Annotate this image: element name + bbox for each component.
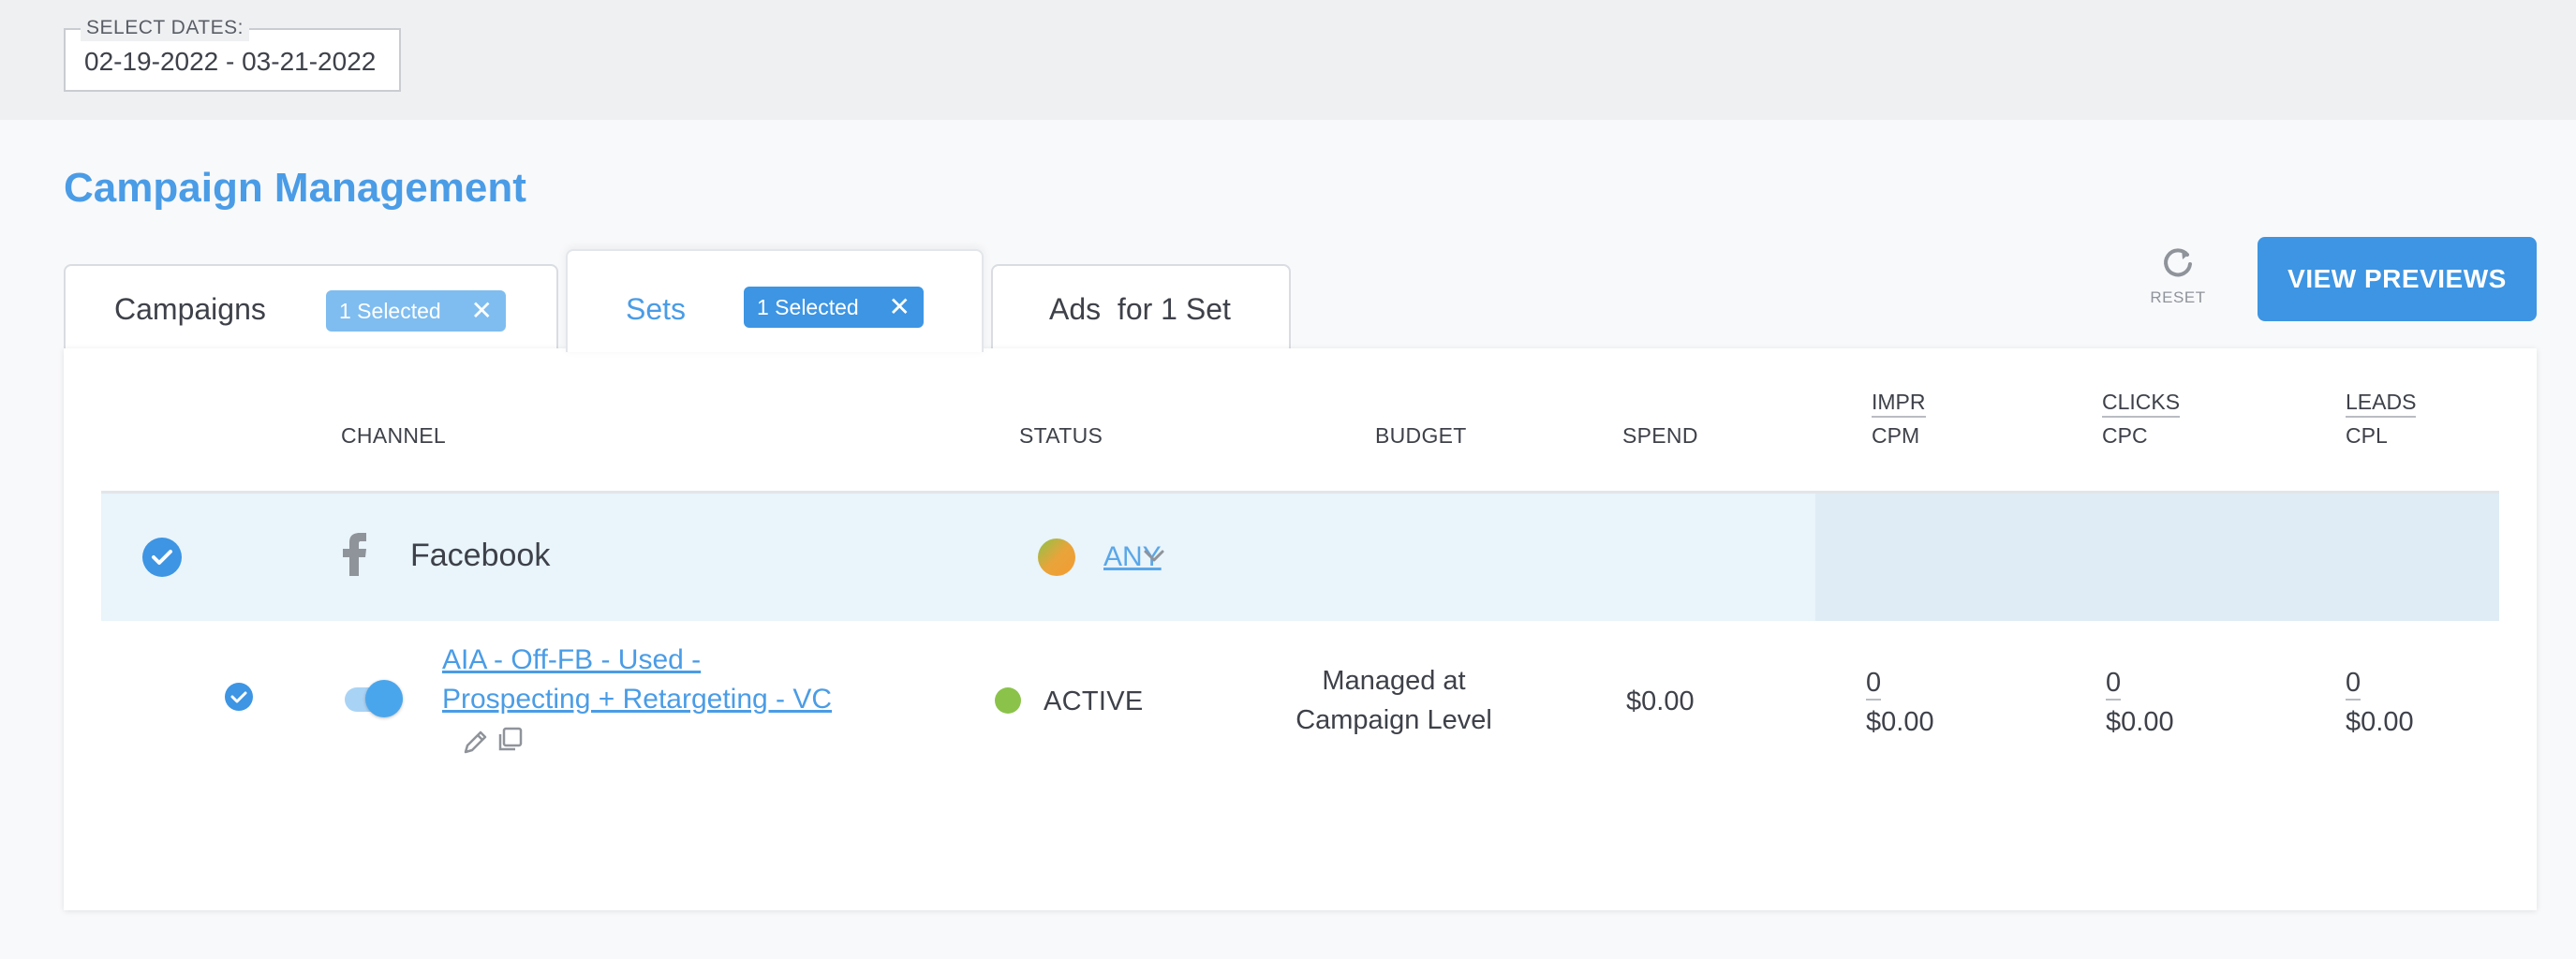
- set-budget: Managed at Campaign Level: [1272, 661, 1516, 740]
- header-status[interactable]: STATUS: [1019, 421, 1103, 450]
- set-status: ACTIVE: [1044, 686, 1144, 716]
- set-impressions: 0: [1866, 667, 1882, 701]
- clear-sets-selection-icon[interactable]: ✕: [889, 287, 910, 328]
- set-select-checkbox[interactable]: [225, 683, 253, 711]
- header-clicks[interactable]: CLICKS: [2102, 388, 2181, 418]
- header-cpm[interactable]: CPM: [1872, 421, 1919, 450]
- tab-ads[interactable]: Ads for 1 Set: [991, 264, 1291, 350]
- set-name-line1[interactable]: AIA - Off-FB - Used -: [442, 644, 701, 675]
- set-spend: $0.00: [1626, 686, 1695, 716]
- status-active-dot: [995, 687, 1021, 714]
- date-range-value[interactable]: 02-19-2022 - 03-21-2022: [84, 47, 376, 77]
- set-toggle-switch[interactable]: [365, 680, 403, 717]
- pencil-icon[interactable]: [461, 727, 491, 757]
- checkmark-icon: [152, 550, 172, 565]
- tab-sets[interactable]: Sets 1 Selected ✕: [566, 249, 984, 352]
- tab-campaigns[interactable]: Campaigns 1 Selected ✕: [64, 264, 558, 350]
- set-name-line2[interactable]: Prospecting + Retargeting - VC: [442, 684, 832, 715]
- sets-selected-chip: 1 Selected ✕: [744, 287, 924, 328]
- copy-icon[interactable]: [495, 725, 525, 755]
- date-range-label: SELECT DATES:: [81, 15, 249, 41]
- tab-campaigns-label: Campaigns: [114, 292, 266, 326]
- tab-ads-label: Ads for 1 Set: [1049, 292, 1231, 326]
- reset-label: RESET: [2150, 288, 2206, 306]
- chevron-down-icon[interactable]: [1143, 548, 1165, 565]
- set-budget-line2: Campaign Level: [1295, 705, 1492, 735]
- header-leads[interactable]: LEADS: [2346, 388, 2417, 418]
- campaigns-selected-count: 1 Selected: [339, 299, 441, 323]
- set-clicks: 0: [2106, 667, 2122, 701]
- set-leads: 0: [2346, 667, 2361, 701]
- sets-table: CHANNEL STATUS BUDGET SPEND IMPR CPM CLI…: [64, 348, 2537, 910]
- sets-selected-count: 1 Selected: [757, 295, 859, 319]
- channel-select-checkbox[interactable]: [142, 538, 182, 577]
- channel-name: Facebook: [410, 538, 551, 573]
- top-filter-bar: SELECT DATES: 02-19-2022 - 03-21-2022: [0, 0, 2576, 120]
- clear-campaigns-selection-icon[interactable]: ✕: [471, 290, 493, 332]
- reset-button[interactable]: RESET: [2145, 242, 2211, 307]
- date-range-picker[interactable]: SELECT DATES: 02-19-2022 - 03-21-2022: [64, 15, 401, 92]
- header-cpc[interactable]: CPC: [2102, 421, 2148, 450]
- set-cpl: $0.00: [2346, 707, 2414, 737]
- status-any-indicator: [1038, 539, 1075, 576]
- header-channel[interactable]: CHANNEL: [341, 421, 446, 450]
- header-cpl[interactable]: CPL: [2346, 421, 2388, 450]
- header-budget[interactable]: BUDGET: [1375, 421, 1467, 450]
- channel-row: Facebook ANY: [101, 494, 2499, 621]
- header-impr[interactable]: IMPR: [1872, 388, 1926, 418]
- checkmark-icon: [230, 691, 247, 703]
- channel-row-metrics-area: [1815, 494, 2499, 621]
- header-spend[interactable]: SPEND: [1622, 421, 1698, 450]
- set-cpm: $0.00: [1866, 707, 1934, 737]
- view-previews-button[interactable]: VIEW PREVIEWS: [2258, 237, 2537, 321]
- page-title: Campaign Management: [64, 165, 526, 211]
- tab-sets-label: Sets: [626, 292, 687, 326]
- refresh-icon: [2164, 248, 2192, 277]
- set-name-link[interactable]: AIA - Off-FB - Used - Prospecting + Reta…: [442, 641, 854, 719]
- campaigns-selected-chip: 1 Selected ✕: [326, 290, 506, 332]
- facebook-icon: [343, 533, 366, 576]
- set-cpc: $0.00: [2106, 707, 2174, 737]
- set-budget-line1: Managed at: [1322, 666, 1466, 696]
